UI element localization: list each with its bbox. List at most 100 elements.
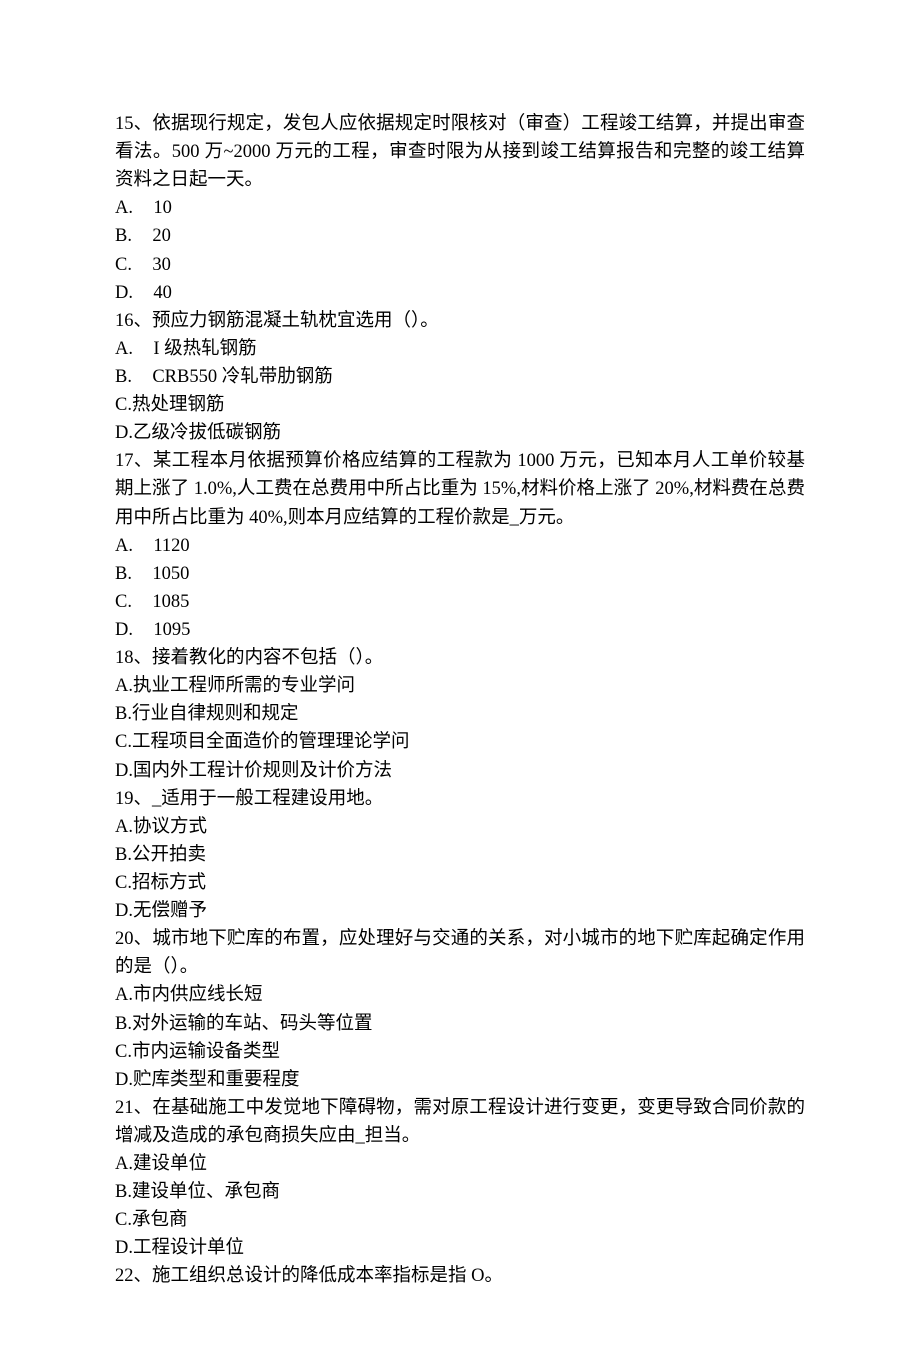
option-text: 公开拍卖 (132, 845, 206, 865)
option-letter: B. (115, 222, 132, 250)
option-text: 热处理钢筋 (132, 395, 225, 415)
option-letter: B. (115, 1178, 132, 1206)
option: B.公开拍卖 (115, 841, 805, 869)
question-number: 15、 (115, 114, 152, 134)
option-letter: B. (115, 560, 132, 588)
option: B. CRB550 冷轧带肋钢筋 (115, 363, 805, 391)
option: A.市内供应线长短 (115, 981, 805, 1009)
option: D.1095 (115, 616, 805, 644)
option: C.工程项目全面造价的管理理论学问 (115, 728, 805, 756)
option-letter: D. (115, 279, 133, 307)
option-text: 承包商 (132, 1210, 188, 1230)
option-letter: C. (115, 728, 132, 756)
option-text: 工程设计单位 (133, 1238, 244, 1258)
option-letter: A. (115, 813, 133, 841)
option-text: 10 (153, 198, 172, 218)
question-number: 19、 (115, 789, 152, 809)
option: A.建设单位 (115, 1150, 805, 1178)
question-text: 施工组织总设计的降低成本率指标是指 O。 (152, 1266, 503, 1286)
option: B.行业自律规则和规定 (115, 700, 805, 728)
option-text: 工程项目全面造价的管理理论学问 (132, 732, 410, 752)
option-letter: D. (115, 1234, 133, 1262)
option-letter: D. (115, 616, 133, 644)
option-letter: D. (115, 897, 133, 925)
question-number: 20、 (115, 929, 152, 949)
option-text: 执业工程师所需的专业学问 (133, 676, 355, 696)
option-text: 30 (152, 255, 171, 275)
option-text: 协议方式 (133, 817, 207, 837)
option-letter: D. (115, 1066, 133, 1094)
option-text: 1050 (152, 564, 189, 584)
option-text: 40 (153, 283, 172, 303)
option: C.30 (115, 251, 805, 279)
option-text: 国内外工程计价规则及计价方法 (133, 761, 392, 781)
option-letter: B. (115, 1010, 132, 1038)
option-text: 建设单位 (133, 1154, 207, 1174)
option-letter: B. (115, 700, 132, 728)
option: B.对外运输的车站、码头等位置 (115, 1010, 805, 1038)
option: D.工程设计单位 (115, 1234, 805, 1262)
option: A. 10 (115, 194, 805, 222)
option-text: I 级热轧钢筋 (153, 339, 256, 359)
question-stem: 16、预应力钢筋混凝土轨枕宜选用（）。 (115, 307, 805, 335)
question-stem: 19、_适用于一般工程建设用地。 (115, 785, 805, 813)
option-letter: D. (115, 419, 133, 447)
option-text: 乙级冷拔低碳钢筋 (133, 423, 281, 443)
option-text: 招标方式 (132, 873, 206, 893)
option: C.承包商 (115, 1206, 805, 1234)
option: D.乙级冷拔低碳钢筋 (115, 419, 805, 447)
option: A. 1120 (115, 532, 805, 560)
option: A.协议方式 (115, 813, 805, 841)
option: C.热处理钢筋 (115, 391, 805, 419)
option-text: 对外运输的车站、码头等位置 (132, 1014, 373, 1034)
option: C.市内运输设备类型 (115, 1038, 805, 1066)
option: D.贮库类型和重要程度 (115, 1066, 805, 1094)
question-text: 接着教化的内容不包括（）。 (152, 648, 383, 668)
question-text: 预应力钢筋混凝土轨枕宜选用（）。 (152, 311, 439, 331)
question-text: 依据现行规定，发包人应依据规定时限核对（审查）工程竣工结算，并提出审查看法。50… (115, 114, 805, 190)
option: B. 1050 (115, 560, 805, 588)
option-letter: A. (115, 1150, 133, 1178)
option: D.无偿赠予 (115, 897, 805, 925)
option-text: 市内供应线长短 (133, 985, 263, 1005)
option: A. I 级热轧钢筋 (115, 335, 805, 363)
option-letter: B. (115, 363, 132, 391)
option-text: 20 (152, 226, 171, 246)
question-number: 16、 (115, 311, 152, 331)
question-stem: 17、某工程本月依据预算价格应结算的工程款为 1000 万元，已知本月人工单价较… (115, 447, 805, 531)
question-stem: 15、依据现行规定，发包人应依据规定时限核对（审查）工程竣工结算，并提出审查看法… (115, 110, 805, 194)
document-body: 15、依据现行规定，发包人应依据规定时限核对（审查）工程竣工结算，并提出审查看法… (115, 110, 805, 1291)
option-letter: C. (115, 1038, 132, 1066)
option-letter: A. (115, 335, 133, 363)
option: D.国内外工程计价规则及计价方法 (115, 757, 805, 785)
question-number: 21、 (115, 1098, 152, 1118)
option-text: CRB550 冷轧带肋钢筋 (152, 367, 332, 387)
option: B.建设单位、承包商 (115, 1178, 805, 1206)
question-stem: 21、在基础施工中发觉地下障碍物，需对原工程设计进行变更，变更导致合同价款的增减… (115, 1094, 805, 1150)
option-letter: B. (115, 841, 132, 869)
option-letter: A. (115, 981, 133, 1009)
option-letter: C. (115, 391, 132, 419)
question-stem: 18、接着教化的内容不包括（）。 (115, 644, 805, 672)
option-letter: D. (115, 757, 133, 785)
option-text: 建设单位、承包商 (132, 1182, 280, 1202)
option-letter: A. (115, 194, 133, 222)
question-stem: 20、城市地下贮库的布置，应处理好与交通的关系，对小城市的地下贮库起确定作用的是… (115, 925, 805, 981)
option: D. 40 (115, 279, 805, 307)
question-stem: 22、施工组织总设计的降低成本率指标是指 O。 (115, 1262, 805, 1290)
question-number: 17、 (115, 451, 153, 471)
option-letter: A. (115, 532, 133, 560)
option-text: 无偿赠予 (133, 901, 207, 921)
option-letter: C. (115, 1206, 132, 1234)
option-letter: C. (115, 869, 132, 897)
question-number: 18、 (115, 648, 152, 668)
option: B. 20 (115, 222, 805, 250)
option-text: 1120 (153, 536, 189, 556)
question-number: 22、 (115, 1266, 152, 1286)
question-text: 在基础施工中发觉地下障碍物，需对原工程设计进行变更，变更导致合同价款的增减及造成… (115, 1098, 805, 1146)
option: C.1085 (115, 588, 805, 616)
question-text: _适用于一般工程建设用地。 (152, 789, 383, 809)
question-text: 某工程本月依据预算价格应结算的工程款为 1000 万元，已知本月人工单价较基期上… (115, 451, 805, 527)
question-text: 城市地下贮库的布置，应处理好与交通的关系，对小城市的地下贮库起确定作用的是（）。 (115, 929, 805, 977)
option-text: 贮库类型和重要程度 (133, 1070, 300, 1090)
